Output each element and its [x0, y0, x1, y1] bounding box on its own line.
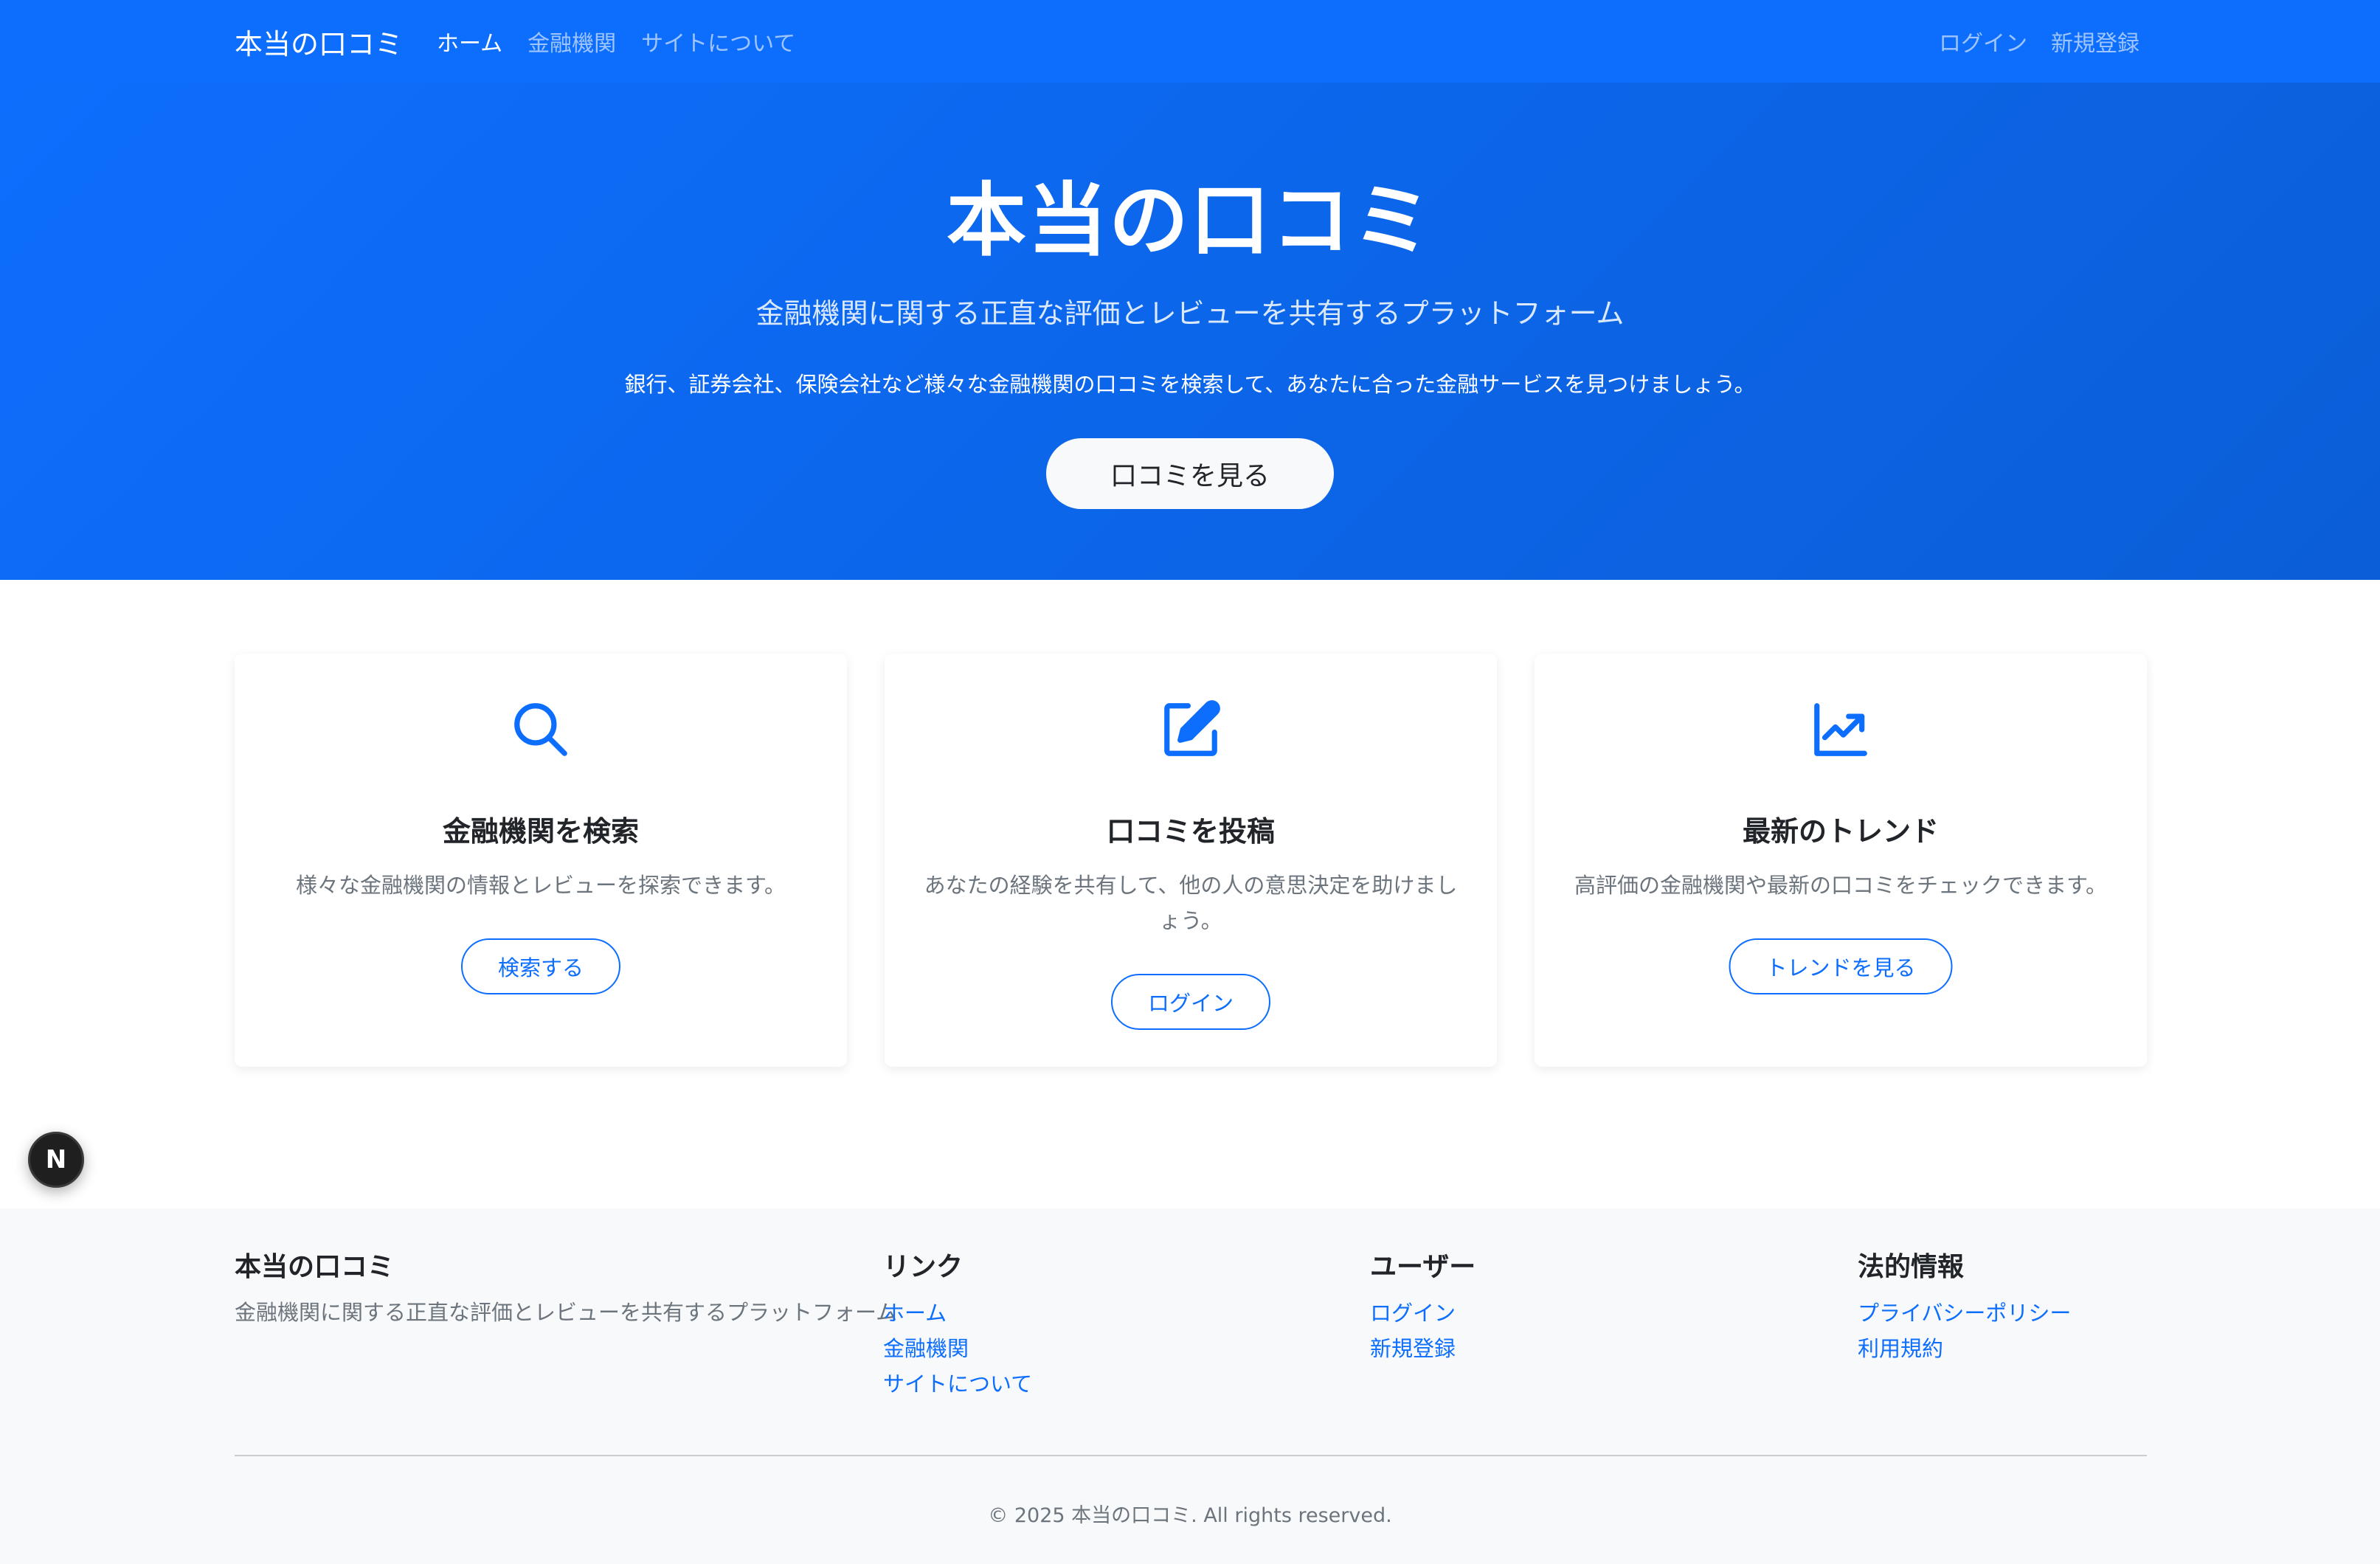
feature-card-title: 最新のトレンド [1742, 815, 1939, 848]
login-button[interactable]: ログイン [1110, 974, 1271, 1030]
footer-link-about[interactable]: サイトについて [883, 1366, 1032, 1402]
nav-link-home[interactable]: ホーム [437, 25, 502, 58]
footer-link-login[interactable]: ログイン [1370, 1295, 1476, 1331]
hero-subtitle: 金融機関に関する正直な評価とレビューを共有するプラットフォーム [755, 297, 1625, 330]
feature-card-text: 高評価の金融機関や最新の口コミをチェックできます。 [1574, 873, 2108, 898]
nav-login-link[interactable]: ログイン [1939, 25, 2027, 58]
feature-card-trend: 最新のトレンド 高評価の金融機関や最新の口コミをチェックできます。 トレンドを見… [1535, 654, 2147, 1067]
nav-link-institutions[interactable]: 金融機関 [527, 25, 616, 58]
footer-user-title: ユーザー [1370, 1252, 1476, 1282]
copyright-text: © 2025 本当の口コミ. All rights reserved. [988, 1504, 1392, 1527]
nav-link-about[interactable]: サイトについて [641, 25, 795, 58]
footer: 本当の口コミ 金融機関に関する正直な評価とレビューを共有するプラットフォーム リ… [0, 1208, 2380, 1564]
footer-legal-title: 法的情報 [1858, 1252, 1965, 1282]
feature-card-title: 金融機関を検索 [442, 815, 639, 848]
feature-card-title: 口コミを投稿 [1106, 815, 1275, 848]
view-reviews-button[interactable]: 口コミを見る [1046, 438, 1334, 509]
feature-card-text: 様々な金融機関の情報とレビューを探索できます。 [295, 873, 786, 898]
footer-legal-column: 法的情報 プライバシーポリシー 利用規約 [1858, 1245, 2071, 1366]
nav-links: ホーム 金融機関 サイトについて [437, 25, 795, 58]
trend-chart-icon [1814, 703, 1867, 756]
footer-divider [235, 1455, 2147, 1456]
hero-description: 銀行、証券会社、保険会社など様々な金融機関の口コミを検索して、あなたに合った金融… [624, 372, 1756, 397]
footer-link-signup[interactable]: 新規登録 [1370, 1331, 1476, 1366]
footer-brand-text: 金融機関に関する正直な評価とレビューを共有するプラットフォーム [235, 1300, 898, 1325]
edit-icon [1164, 700, 1220, 756]
footer-brand-column: 本当の口コミ 金融機関に関する正直な評価とレビューを共有するプラットフォーム [235, 1245, 897, 1326]
nav-auth: ログイン 新規登録 [1939, 25, 2147, 58]
navbar-brand[interactable]: 本当の口コミ [235, 21, 403, 62]
feature-cards: 金融機関を検索 様々な金融機関の情報とレビューを探索できます。 検索する 口コミ… [235, 654, 2147, 1067]
view-trends-button[interactable]: トレンドを見る [1729, 938, 1953, 994]
feature-card-post: 口コミを投稿 あなたの経験を共有して、他の人の意思決定を助けましょう。 ログイン [885, 654, 1497, 1067]
hero-section: 本当の口コミ 金融機関に関する正直な評価とレビューを共有するプラットフォーム 銀… [0, 83, 2380, 580]
footer-link-home[interactable]: ホーム [883, 1295, 1032, 1331]
hero-title: 本当の口コミ [946, 175, 1433, 267]
feature-card-search: 金融機関を検索 様々な金融機関の情報とレビューを探索できます。 検索する [235, 654, 847, 1067]
nav-signup-link[interactable]: 新規登録 [2051, 25, 2139, 58]
feature-card-text: あなたの経験を共有して、他の人の意思決定を助けましょう。 [924, 873, 1458, 933]
footer-link-terms[interactable]: 利用規約 [1858, 1331, 2071, 1366]
footer-link-institutions[interactable]: 金融機関 [883, 1331, 1032, 1366]
nextjs-badge-icon[interactable]: N [28, 1132, 84, 1188]
search-button[interactable]: 検索する [460, 938, 621, 994]
footer-user-column: ユーザー ログイン 新規登録 [1370, 1245, 1476, 1366]
search-icon [514, 703, 567, 756]
footer-link-privacy[interactable]: プライバシーポリシー [1858, 1295, 2071, 1331]
navbar: 本当の口コミ ホーム 金融機関 サイトについて ログイン 新規登録 [0, 0, 2380, 83]
footer-links-title: リンク [883, 1252, 964, 1282]
footer-links-column: リンク ホーム 金融機関 サイトについて [883, 1245, 1032, 1402]
footer-brand-title: 本当の口コミ [235, 1252, 395, 1282]
